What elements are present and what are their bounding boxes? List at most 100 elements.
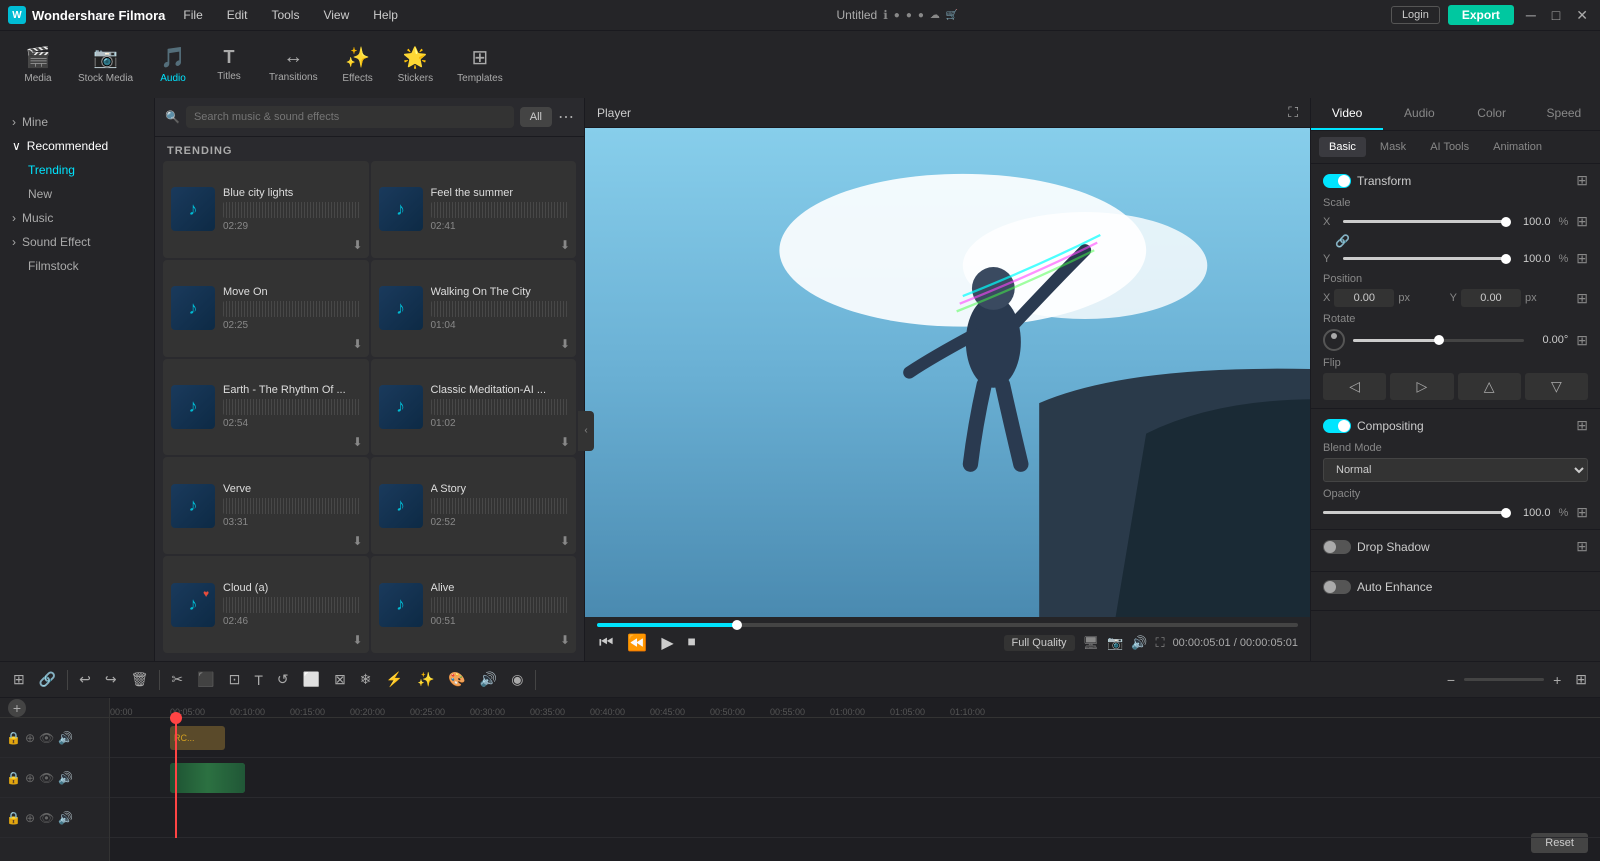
tl-text-button[interactable]: T xyxy=(249,669,268,691)
tl-split-button[interactable]: ⬛ xyxy=(192,668,219,691)
add-track-button[interactable]: + xyxy=(8,699,26,717)
blend-mode-select[interactable]: Normal Multiply Screen Overlay xyxy=(1323,458,1588,482)
rotate-expand[interactable]: ⊞ xyxy=(1576,332,1588,349)
tool-titles[interactable]: T Titles xyxy=(203,41,255,88)
download-icon-6[interactable]: ⬇ xyxy=(560,435,570,449)
tl-trim-button[interactable]: ⊠ xyxy=(329,668,351,691)
music-track-1[interactable]: ♪ Blue city lights 02:29 ⬇ xyxy=(163,161,369,258)
pos-x-input[interactable]: 0.00 xyxy=(1334,289,1394,307)
tool-media[interactable]: 🎬 Media xyxy=(12,39,64,90)
download-icon-2[interactable]: ⬇ xyxy=(560,238,570,252)
panel-collapse-handle[interactable]: ‹ xyxy=(578,411,594,451)
more-options-button[interactable]: ⋯ xyxy=(558,107,574,127)
stop-button[interactable]: ⏹ xyxy=(686,632,698,654)
filter-button[interactable]: All xyxy=(520,107,552,127)
track3-speaker-icon[interactable]: 🔊 xyxy=(58,811,73,825)
close-button[interactable]: ✕ xyxy=(1572,7,1592,24)
menu-file[interactable]: File xyxy=(177,6,208,24)
fullscreen-icon[interactable]: ⛶ xyxy=(1155,635,1164,651)
subtab-mask[interactable]: Mask xyxy=(1370,137,1416,157)
progress-bar[interactable] xyxy=(597,623,1298,627)
scale-y-expand[interactable]: ⊞ xyxy=(1576,250,1588,267)
drop-shadow-expand[interactable]: ⊞ xyxy=(1576,538,1588,555)
tool-audio[interactable]: 🎵 Audio xyxy=(147,39,199,90)
download-icon-3[interactable]: ⬇ xyxy=(352,337,362,351)
maximize-button[interactable]: □ xyxy=(1548,7,1564,23)
subtab-ai-tools[interactable]: AI Tools xyxy=(1420,137,1479,157)
scale-y-slider[interactable] xyxy=(1343,257,1506,260)
tl-zoom-out-button[interactable]: − xyxy=(1442,669,1460,691)
tab-color[interactable]: Color xyxy=(1456,98,1528,130)
tool-stickers[interactable]: 🌟 Stickers xyxy=(388,39,444,90)
track-add-icon[interactable]: ⊕ xyxy=(25,731,35,745)
track2-add-icon[interactable]: ⊕ xyxy=(25,771,35,785)
subtab-basic[interactable]: Basic xyxy=(1319,137,1366,157)
track3-eye-icon[interactable]: 👁 xyxy=(39,811,54,825)
music-track-7[interactable]: ♪ Verve 03:31 ⬇ xyxy=(163,457,369,554)
tool-templates[interactable]: ⊞ Templates xyxy=(447,39,513,90)
drop-shadow-toggle[interactable] xyxy=(1323,540,1351,554)
tl-cut-button[interactable]: ✂ xyxy=(166,668,188,691)
tl-undo-button[interactable]: ↩ xyxy=(74,668,96,691)
skip-back-button[interactable]: ⏮ xyxy=(597,632,615,654)
download-icon-7[interactable]: ⬇ xyxy=(352,534,362,548)
position-expand[interactable]: ⊞ xyxy=(1576,290,1588,307)
download-icon-10[interactable]: ⬇ xyxy=(560,633,570,647)
login-button[interactable]: Login xyxy=(1391,6,1440,24)
tl-magnet-button[interactable]: 🔗 xyxy=(34,668,61,691)
auto-enhance-toggle[interactable] xyxy=(1323,580,1351,594)
track2-eye-icon[interactable]: 👁 xyxy=(39,771,54,785)
tool-stock-media[interactable]: 📷 Stock Media xyxy=(68,39,143,90)
sidebar-item-new[interactable]: New xyxy=(0,182,154,206)
sidebar-item-music[interactable]: › Music xyxy=(0,206,154,230)
track2-lock-icon[interactable]: 🔒 xyxy=(6,771,21,785)
sidebar-item-trending[interactable]: Trending xyxy=(0,158,154,182)
tab-video[interactable]: Video xyxy=(1311,98,1383,130)
compositing-toggle[interactable] xyxy=(1323,419,1351,433)
download-icon-9[interactable]: ⬇ xyxy=(352,633,362,647)
tool-transitions[interactable]: ↔ Transitions xyxy=(259,40,328,89)
music-track-9[interactable]: ♪ ♥ Cloud (a) 02:46 ⬇ xyxy=(163,556,369,653)
tl-audio-button[interactable]: 🔊 xyxy=(475,668,502,691)
music-track-4[interactable]: ♪ Walking On The City 01:04 ⬇ xyxy=(371,260,577,357)
tl-ai-button[interactable]: ✨ xyxy=(412,668,439,691)
export-button[interactable]: Export xyxy=(1448,5,1514,25)
flip-vertical-down-button[interactable]: ▽ xyxy=(1525,373,1588,400)
text-clip[interactable]: RC... xyxy=(170,726,225,750)
menu-tools[interactable]: Tools xyxy=(265,6,305,24)
track-eye-icon[interactable]: 👁 xyxy=(39,731,54,745)
tl-mirror-button[interactable]: ⬜ xyxy=(298,668,325,691)
rotate-handle[interactable] xyxy=(1434,335,1444,345)
tl-color-button[interactable]: 🎨 xyxy=(443,668,470,691)
track-speaker-icon[interactable]: 🔊 xyxy=(58,731,73,745)
quality-button[interactable]: Full Quality xyxy=(1004,635,1075,651)
timeline-main[interactable]: 00:00 00:05:00 00:10:00 00:15:00 00:20:0… xyxy=(110,698,1600,861)
fullscreen-button[interactable]: ⛶ xyxy=(1288,104,1298,121)
video-clip[interactable] xyxy=(170,763,245,793)
tl-grid-button[interactable]: ⊞ xyxy=(8,668,30,691)
search-input[interactable] xyxy=(186,106,514,128)
tool-effects[interactable]: ✨ Effects xyxy=(332,39,384,90)
track-lock-icon[interactable]: 🔒 xyxy=(6,731,21,745)
transform-expand-icon[interactable]: ⊞ xyxy=(1576,172,1588,189)
music-track-6[interactable]: ♪ Classic Meditation-AI ... 01:02 ⬇ xyxy=(371,359,577,456)
music-track-5[interactable]: ♪ Earth - The Rhythm Of ... 02:54 ⬇ xyxy=(163,359,369,456)
playhead[interactable] xyxy=(175,718,177,838)
scale-x-expand[interactable]: ⊞ xyxy=(1576,213,1588,230)
music-track-2[interactable]: ♪ Feel the summer 02:41 ⬇ xyxy=(371,161,577,258)
flip-horizontal-left-button[interactable]: ◁ xyxy=(1323,373,1386,400)
music-track-8[interactable]: ♪ A Story 02:52 ⬇ xyxy=(371,457,577,554)
monitor-icon[interactable]: 🖥 xyxy=(1083,635,1100,651)
zoom-slider[interactable] xyxy=(1464,678,1544,681)
transform-toggle[interactable] xyxy=(1323,174,1351,188)
minimize-button[interactable]: ─ xyxy=(1522,7,1540,23)
opacity-expand[interactable]: ⊞ xyxy=(1576,504,1588,521)
tl-crop-button[interactable]: ⊡ xyxy=(224,668,246,691)
tl-layout-button[interactable]: ⊞ xyxy=(1570,668,1592,691)
step-back-button[interactable]: ⏪ xyxy=(625,631,649,655)
tl-zoom-in-button[interactable]: + xyxy=(1548,669,1566,691)
camera-icon[interactable]: 📷 xyxy=(1107,635,1123,651)
tl-freeze-button[interactable]: ❄ xyxy=(355,668,377,691)
music-track-10[interactable]: ♪ Alive 00:51 ⬇ xyxy=(371,556,577,653)
sidebar-item-mine[interactable]: › Mine xyxy=(0,110,154,134)
